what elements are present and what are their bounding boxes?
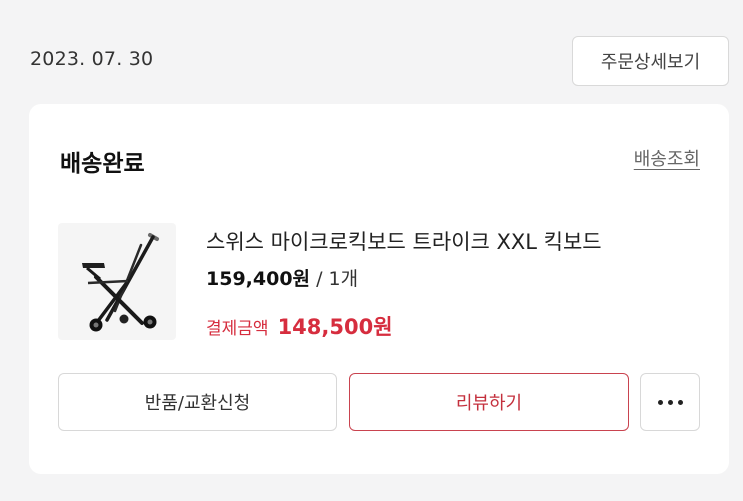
product-quantity: / 1개	[310, 268, 359, 290]
return-exchange-button[interactable]: 반품/교환신청	[58, 373, 337, 431]
delivery-status: 배송완료	[60, 151, 145, 177]
product-image[interactable]	[58, 223, 176, 340]
payment-amount: 148,500원	[277, 315, 393, 339]
order-card: 배송완료 배송조회 스위스 마이크로킥보드 트라이크 XXL 킥보드 159,4…	[29, 104, 729, 474]
product-price-line: 159,400원 / 1개	[206, 264, 358, 291]
payment-line: 결제금액 148,500원	[206, 311, 393, 341]
more-options-button[interactable]	[640, 373, 700, 431]
order-detail-button[interactable]: 주문상세보기	[572, 36, 729, 86]
product-name[interactable]: 스위스 마이크로킥보드 트라이크 XXL 킥보드	[206, 226, 602, 256]
write-review-button[interactable]: 리뷰하기	[349, 373, 629, 431]
order-history-page: 2023. 07. 30 주문상세보기 배송완료 배송조회 스위스 마이크로킥보…	[0, 0, 743, 501]
payment-label: 결제금액	[206, 319, 269, 339]
track-delivery-link[interactable]: 배송조회	[634, 145, 700, 171]
order-date: 2023. 07. 30	[30, 48, 154, 70]
kickboard-tricycle-image	[82, 233, 159, 332]
more-dots-icon	[657, 399, 683, 405]
product-price: 159,400원	[206, 268, 311, 290]
